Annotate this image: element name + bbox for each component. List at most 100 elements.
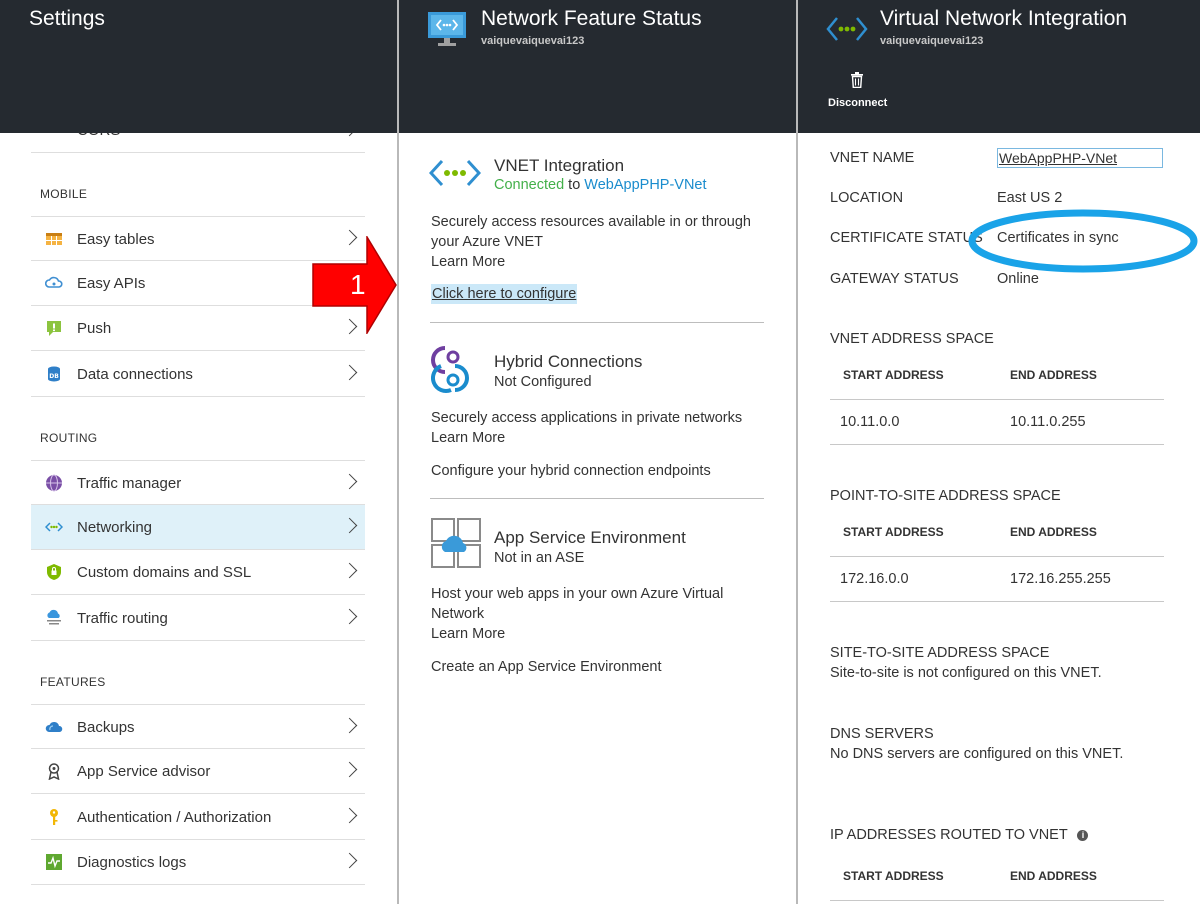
info-icon[interactable]: i (1077, 830, 1089, 841)
sidebar-item-diagnostics-logs[interactable]: Diagnostics logs (31, 840, 365, 885)
sidebar-item-label: Traffic manager (77, 475, 182, 492)
table-divider (830, 556, 1164, 557)
dns-servers-title: DNS SERVERS (830, 726, 934, 742)
sidebar-item-label: Backups (77, 719, 135, 736)
vnet-monitor-icon (428, 12, 466, 46)
sidebar-item-traffic-routing[interactable]: Traffic routing (31, 596, 365, 641)
cloud-routing-icon (47, 609, 61, 625)
sidebar-item-label: Easy tables (77, 231, 155, 248)
column-header-start: START ADDRESS (843, 869, 944, 883)
nfs-subtitle: vaiquevaiquevai123 (481, 35, 585, 47)
section-divider (430, 498, 764, 499)
s2s-description: Site-to-site is not configured on this V… (830, 665, 1102, 681)
chevron-right-icon (341, 473, 358, 490)
sidebar-item-label: Custom domains and SSL (77, 564, 252, 581)
network-feature-status-blade: Network Feature Status vaiquevaiquevai12… (399, 0, 796, 904)
sidebar-item-custom-domains[interactable]: Custom domains and SSL (31, 550, 365, 595)
vnet-integration-title: VNET Integration (494, 156, 625, 175)
virtual-network-integration-blade: Virtual Network Integration vaiquevaique… (798, 0, 1200, 904)
section-divider (430, 322, 764, 323)
dns-servers-description: No DNS servers are configured on this VN… (830, 746, 1124, 762)
vnet-end-address: 10.11.0.255 (1010, 414, 1086, 430)
hybrid-connections-description: Securely access applications in private … (431, 410, 743, 426)
sidebar-item-label: Push (77, 320, 112, 337)
gateway-status-label: GATEWAY STATUS (830, 271, 959, 287)
settings-title-text: Settings (29, 7, 105, 30)
cloud-backup-icon (45, 721, 63, 732)
table-divider (830, 444, 1164, 445)
p2s-start-address: 172.16.0.0 (840, 571, 909, 587)
column-header-end: END ADDRESS (1010, 869, 1097, 883)
vnet-address-space-title: VNET ADDRESS SPACE (830, 331, 994, 347)
ip-routed-title-text: IP ADDRESSES ROUTED TO VNET (830, 827, 1068, 843)
sidebar-item-backups[interactable]: Backups (31, 704, 365, 749)
vni-header: Virtual Network Integration vaiquevaique… (798, 0, 1200, 133)
shield-icon (47, 564, 61, 580)
column-header-start: START ADDRESS (843, 368, 944, 382)
trash-icon (851, 72, 863, 88)
settings-header-cover: Settings (0, 0, 397, 133)
sidebar-item-traffic-manager[interactable]: Traffic manager (31, 460, 365, 505)
sidebar-item-label: Authentication / Authorization (77, 809, 272, 826)
vnet-target-link[interactable]: WebAppPHP-VNet (584, 177, 706, 193)
ase-title: App Service Environment (494, 528, 686, 547)
vnet-learn-more-link[interactable]: Learn More (431, 252, 505, 272)
vnet-status-connected: Connected (494, 177, 565, 193)
diagnostics-icon (46, 854, 62, 870)
cloud-api-icon (45, 276, 63, 288)
disconnect-label: Disconnect (828, 97, 888, 109)
sidebar-item-label: App Service advisor (77, 763, 211, 780)
vnet-integration-status: Connected to WebAppPHP-VNet (494, 177, 707, 193)
key-icon (50, 809, 58, 825)
ase-description: Host your web apps in your own Azure Vir… (431, 586, 724, 622)
sidebar-item-authentication[interactable]: Authentication / Authorization (31, 795, 365, 840)
chevron-right-icon (341, 761, 358, 778)
sidebar-item-label: Traffic routing (77, 610, 168, 627)
configure-vnet-link[interactable]: Click here to configure (431, 284, 578, 304)
annotation-step-number: 1 (350, 269, 366, 300)
section-features: FEATURES (40, 675, 106, 689)
vni-title: Virtual Network Integration (880, 7, 1128, 30)
hybrid-learn-more-link[interactable]: Learn More (431, 428, 505, 448)
create-ase-link[interactable]: Create an App Service Environment (431, 657, 662, 677)
sidebar-item-label: Easy APIs (77, 275, 146, 292)
sidebar-item-app-service-advisor[interactable]: App Service advisor (31, 749, 365, 794)
configure-hybrid-endpoints-link[interactable]: Configure your hybrid connection endpoin… (431, 461, 711, 481)
push-notification-icon (47, 321, 61, 336)
chevron-right-icon (341, 807, 358, 824)
hybrid-connections-icon (431, 346, 469, 393)
nfs-header: Network Feature Status vaiquevaiquevai12… (399, 0, 796, 133)
column-header-end: END ADDRESS (1010, 368, 1097, 382)
disconnect-button[interactable]: Disconnect (826, 70, 892, 114)
table-divider (830, 900, 1164, 901)
chevron-right-icon (341, 608, 358, 625)
chevron-right-icon (341, 562, 358, 579)
chevron-right-icon (341, 852, 358, 869)
sidebar-item-networking[interactable]: Networking (31, 505, 365, 550)
nfs-title: Network Feature Status (481, 7, 702, 30)
vnet-name-label: VNET NAME (830, 150, 915, 166)
section-routing: ROUTING (40, 431, 98, 445)
p2s-end-address: 172.16.255.255 (1010, 571, 1111, 587)
vnet-start-address: 10.11.0.0 (840, 414, 900, 430)
certificate-status-label: CERTIFICATE STATUS (830, 230, 983, 246)
vnet-header-icon (826, 17, 868, 41)
s2s-address-space-title: SITE-TO-SITE ADDRESS SPACE (830, 645, 1050, 661)
annotation-highlight-circle (968, 209, 1198, 273)
p2s-address-space-title: POINT-TO-SITE ADDRESS SPACE (830, 488, 1061, 504)
vnet-name-link[interactable]: WebAppPHP-VNet (997, 148, 1163, 168)
svg-text:DB: DB (49, 373, 59, 380)
ip-routed-title: IP ADDRESSES ROUTED TO VNET i (830, 827, 1089, 843)
ase-learn-more-link[interactable]: Learn More (431, 624, 505, 644)
table-divider (830, 399, 1164, 400)
vnet-status-to: to (568, 177, 581, 193)
settings-blade: Settings CORS Settings MOBILE Easy table… (0, 0, 397, 904)
database-icon: DB (48, 366, 60, 382)
ase-status: Not in an ASE (494, 550, 585, 566)
section-mobile: MOBILE (40, 187, 88, 201)
app-service-environment-icon (431, 518, 481, 568)
advisor-badge-icon (48, 763, 60, 780)
chevron-right-icon (341, 517, 358, 534)
hybrid-connections-title: Hybrid Connections (494, 352, 643, 371)
sidebar-item-data-connections[interactable]: DB Data connections (31, 352, 365, 397)
